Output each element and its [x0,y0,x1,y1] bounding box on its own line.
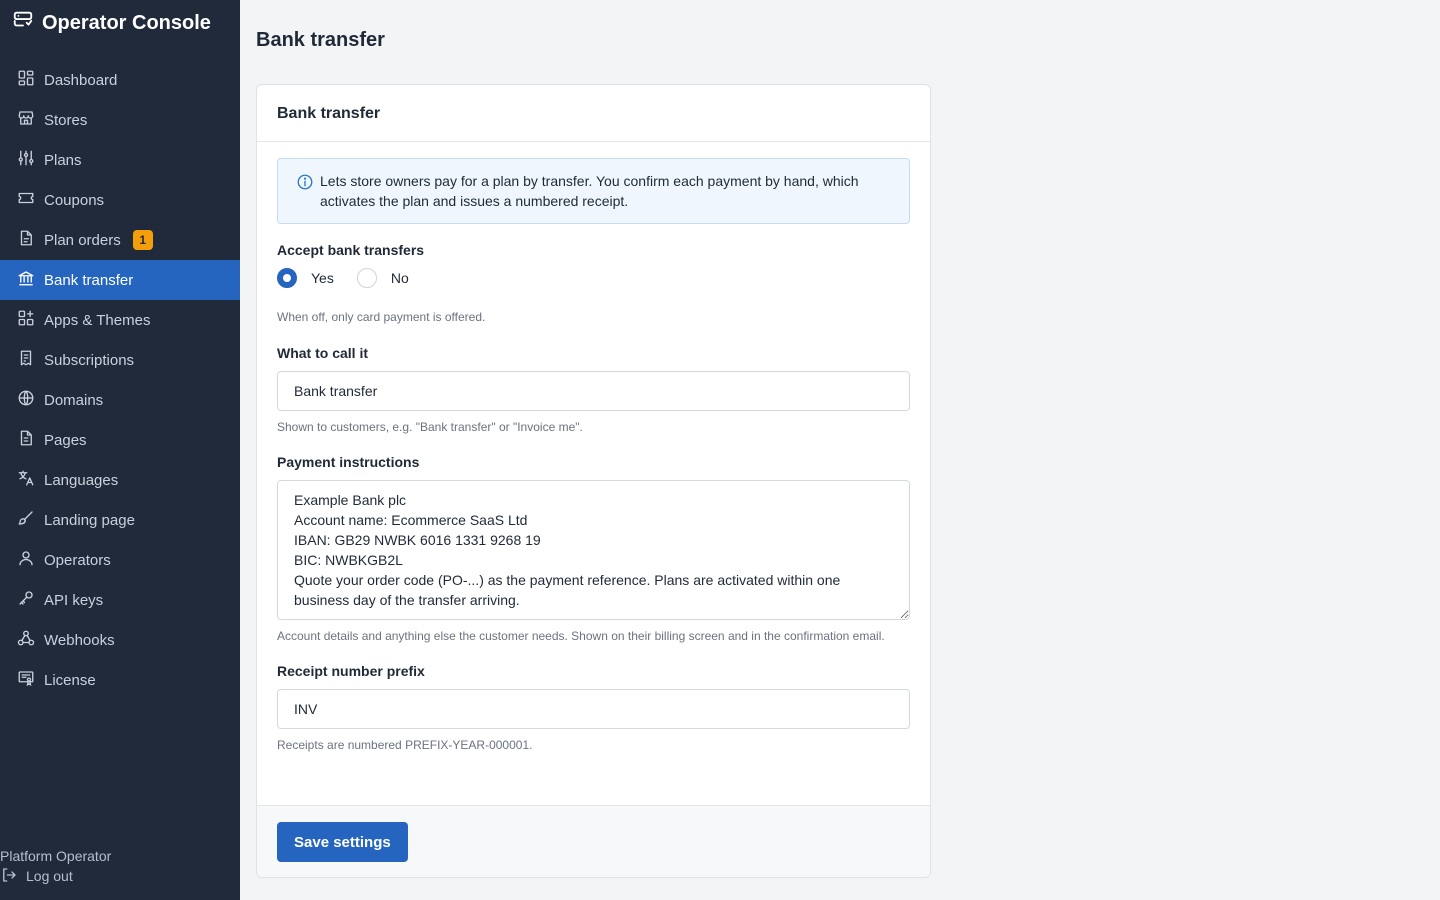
sidebar-item-label: Dashboard [44,71,118,89]
sliders-icon [17,149,35,171]
sidebar-item-license[interactable]: License [0,660,240,700]
sidebar-item-operators[interactable]: Operators [0,540,240,580]
card-body: Lets store owners pay for a plan by tran… [257,142,930,754]
sidebar-item-label: Landing page [44,511,135,529]
logout-label: Log out [26,868,73,884]
globe-icon [17,389,35,411]
radio-dot [356,268,377,288]
sidebar-item-label: Languages [44,471,119,489]
instructions-label: Payment instructions [277,454,420,470]
page-icon [17,429,35,451]
sidebar-item-label: Operators [44,551,111,569]
bank-icon [17,269,35,291]
user-icon [17,549,35,571]
sidebar-item-coupons[interactable]: Coupons [0,180,240,220]
sidebar-item-label: Stores [44,111,88,129]
name-input[interactable] [277,371,910,411]
instructions-textarea[interactable]: Example Bank plc Account name: Ecommerce… [277,480,910,620]
sidebar-item-label: Apps & Themes [44,311,151,329]
name-field-label: What to call it [277,345,368,361]
webhook-icon [17,629,35,651]
prefix-help: Receipts are numbered PREFIX-YEAR-000001… [277,738,533,752]
sidebar-item-subscriptions[interactable]: Subscriptions [0,340,240,380]
sidebar-item-dashboard[interactable]: Dashboard [0,60,240,100]
settings-card: Bank transfer Lets store owners pay for … [256,84,931,878]
card-title: Bank transfer [257,85,930,142]
operator-name: Platform Operator [0,848,112,864]
sidebar-item-bank-transfer[interactable]: Bank transfer [0,260,240,300]
prefix-label: Receipt number prefix [277,663,425,679]
key-icon [17,589,35,611]
card-footer: Save settings [257,805,930,877]
info-icon [296,171,314,223]
logout-link[interactable]: Log out [0,866,111,886]
sidebar-item-api-keys[interactable]: API keys [0,580,240,620]
instructions-help: Account details and anything else the cu… [277,629,885,643]
sidebar-item-webhooks[interactable]: Webhooks [0,620,240,660]
accept-label: Accept bank transfers [277,242,425,258]
sidebar-nav: Dashboard Stores Plans Coupons Plan orde… [0,60,240,700]
sidebar-item-plans[interactable]: Plans [0,140,240,180]
sidebar-item-landing-page[interactable]: Landing page [0,500,240,540]
info-text: Lets store owners pay for a plan by tran… [320,173,859,209]
sidebar-item-label: Bank transfer [44,271,134,289]
accept-help: When off, only card payment is offered. [277,310,486,324]
radio-dot [277,268,297,288]
certificate-icon [17,669,35,691]
sidebar-item-label: Domains [44,391,104,409]
brand[interactable]: Operator Console [12,9,211,37]
page-title: Bank transfer [256,29,385,51]
app-title: Operator Console [42,11,211,34]
sidebar-item-label: Plan orders [44,231,121,249]
sidebar-item-label: Pages [44,431,87,449]
receipt-icon [17,349,35,371]
logout-icon [0,866,18,887]
sidebar-item-domains[interactable]: Domains [0,380,240,420]
radio-label-yes: Yes [311,270,334,286]
sidebar-item-apps-themes[interactable]: Apps & Themes [0,300,240,340]
sidebar-item-label: API keys [44,591,104,609]
console-logo-icon [12,9,34,37]
info-alert: Lets store owners pay for a plan by tran… [277,158,910,224]
accept-radio-group: Yes No [277,268,910,288]
sidebar-item-label: Coupons [44,191,105,209]
sidebar-item-pages[interactable]: Pages [0,420,240,460]
accept-yes-radio[interactable]: Yes [277,268,334,288]
name-field-help: Shown to customers, e.g. "Bank transfer"… [277,420,583,434]
plan-orders-count-badge: 1 [132,230,153,250]
sidebar-item-stores[interactable]: Stores [0,100,240,140]
sidebar-item-label: License [44,671,96,689]
sidebar-footer: Platform Operator Log out [0,846,111,886]
save-settings-button[interactable]: Save settings [277,822,408,862]
sidebar-item-label: Webhooks [44,631,115,649]
sidebar-item-languages[interactable]: Languages [0,460,240,500]
store-icon [17,109,35,131]
sidebar-item-label: Subscriptions [44,351,135,369]
language-icon [17,469,35,491]
sidebar-item-plan-orders[interactable]: Plan orders 1 [0,220,240,260]
prefix-input[interactable] [277,689,910,729]
sidebar-item-label: Plans [44,151,82,169]
apps-icon [17,309,35,331]
document-icon [17,229,35,251]
brush-icon [17,509,35,531]
accept-no-radio[interactable]: No [356,268,409,288]
dashboard-icon [17,69,35,91]
ticket-icon [17,189,35,211]
radio-label-no: No [390,270,409,286]
sidebar: Operator Console Dashboard Stores Plans … [0,0,240,900]
